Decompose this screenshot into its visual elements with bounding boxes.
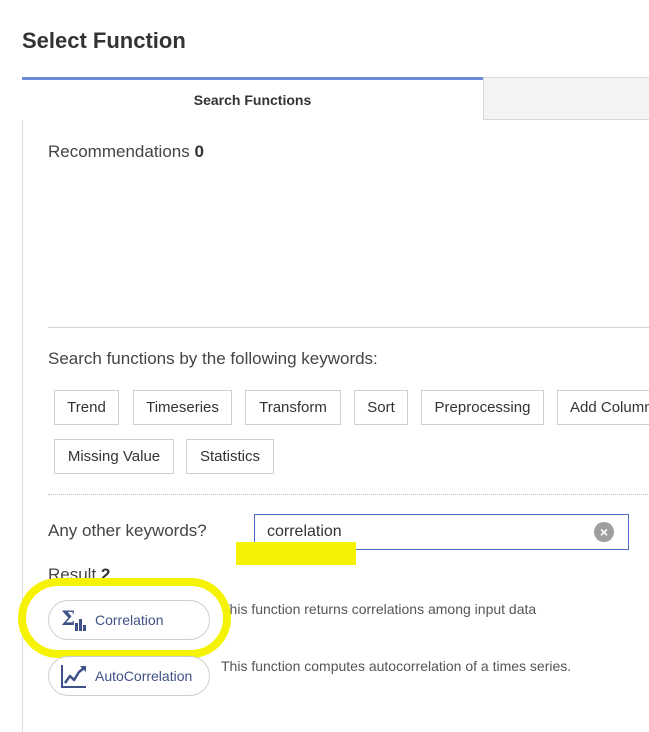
keywords-label: Search functions by the following keywor… bbox=[48, 349, 378, 368]
keyword-preprocessing-button[interactable]: Preprocessing bbox=[421, 390, 544, 425]
recommendations-label: Recommendations bbox=[48, 142, 190, 161]
dialog-title: Select Function bbox=[22, 28, 186, 53]
recommendations-heading: Recommendations 0 bbox=[48, 142, 204, 162]
highlight-input-underline bbox=[236, 542, 356, 565]
keywords-divider bbox=[48, 494, 649, 495]
function-autocorrelation-label: AutoCorrelation bbox=[95, 668, 193, 684]
line-trend-icon bbox=[61, 665, 86, 688]
keyword-missing-value-button[interactable]: Missing Value bbox=[54, 439, 174, 474]
highlight-correlation-ring bbox=[18, 578, 231, 658]
clear-input-icon[interactable]: × bbox=[594, 522, 614, 542]
recommendations-count: 0 bbox=[194, 142, 204, 161]
function-autocorrelation-description: This function computes autocorrelation o… bbox=[221, 658, 572, 674]
keyword-statistics-button[interactable]: Statistics bbox=[186, 439, 274, 474]
keyword-transform-button[interactable]: Transform bbox=[245, 390, 341, 425]
section-divider bbox=[48, 327, 649, 328]
function-correlation-description: This function returns correlations among… bbox=[221, 601, 537, 617]
tab-other[interactable] bbox=[483, 77, 649, 120]
keyword-trend-button[interactable]: Trend bbox=[54, 390, 119, 425]
other-keywords-label: Any other keywords? bbox=[48, 521, 207, 540]
keyword-sort-button[interactable]: Sort bbox=[354, 390, 408, 425]
function-autocorrelation-button[interactable]: AutoCorrelation bbox=[48, 656, 210, 696]
tab-search-functions[interactable]: Search Functions bbox=[22, 77, 483, 120]
keyword-timeseries-button[interactable]: Timeseries bbox=[133, 390, 232, 425]
keyword-add-column-button[interactable]: Add Column bbox=[557, 390, 649, 425]
